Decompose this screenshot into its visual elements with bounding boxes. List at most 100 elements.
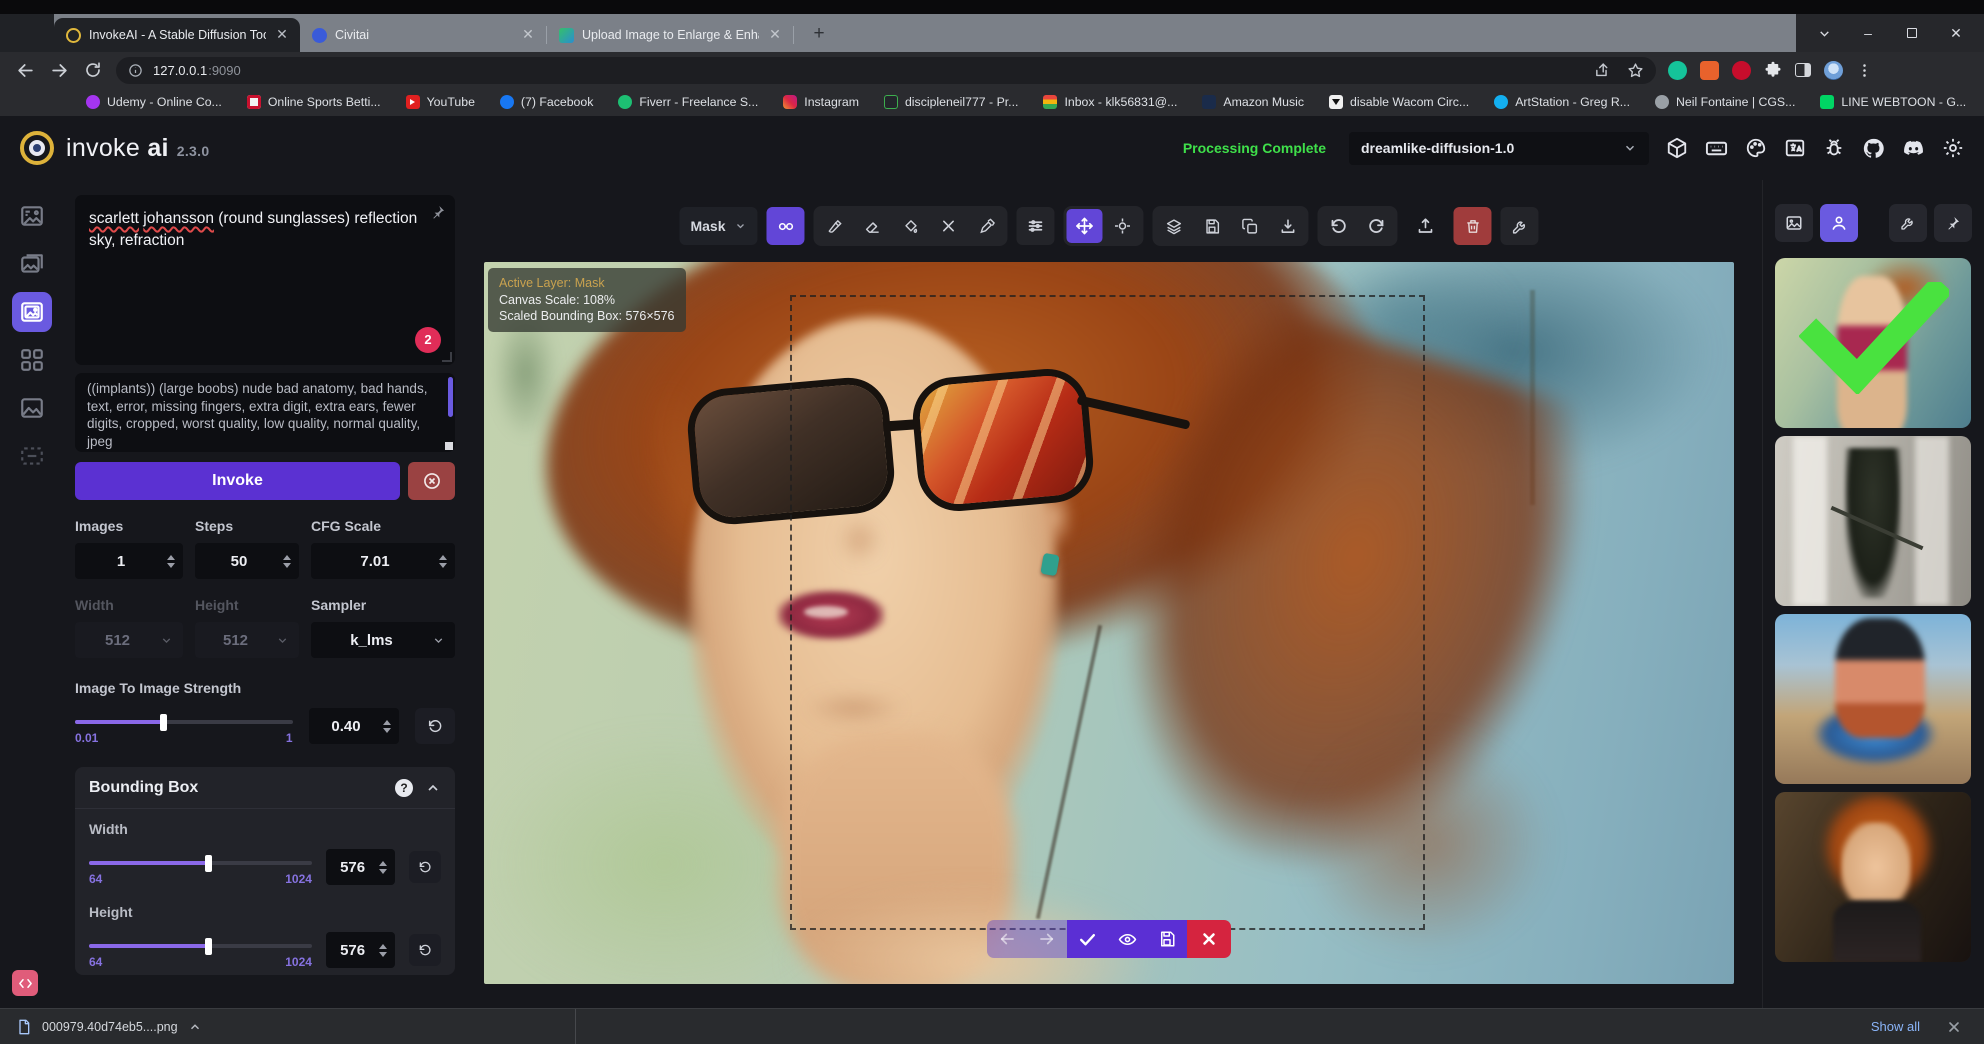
negative-prompt-input[interactable]: ((implants)) (large boobs) nude bad anat… <box>75 373 455 452</box>
back-icon[interactable] <box>8 56 42 84</box>
reload-icon[interactable] <box>76 56 110 84</box>
redo-icon[interactable] <box>1359 209 1395 243</box>
unified-canvas[interactable]: Mask <box>480 180 1738 994</box>
bb-height-input[interactable]: 576 <box>326 932 395 968</box>
stepper[interactable] <box>383 720 399 733</box>
stepper[interactable] <box>379 944 395 957</box>
tab-training[interactable] <box>12 436 52 476</box>
bookmark-star-icon[interactable] <box>1627 62 1644 79</box>
model-select[interactable]: dreamlike-diffusion-1.0 <box>1349 132 1649 165</box>
grammarly-extension-icon[interactable] <box>1668 61 1687 80</box>
bookmark-item[interactable]: Instagram <box>783 95 859 109</box>
url-bar[interactable]: 127.0.0.1 :9090 <box>116 57 1656 84</box>
help-icon[interactable]: ? <box>395 779 413 797</box>
browser-tab-civitai[interactable]: Civitai ✕ <box>300 18 546 52</box>
browser-tab-invokeai[interactable]: InvokeAI - A Stable Diffusion Too ✕ <box>54 18 300 52</box>
strength-input[interactable]: 0.40 <box>309 708 400 744</box>
show-all-link[interactable]: Show all <box>1871 1019 1920 1034</box>
brush-options-icon[interactable] <box>1017 207 1055 245</box>
discord-icon[interactable] <box>1902 137 1925 160</box>
show-hide-eye-icon[interactable] <box>1107 920 1147 958</box>
window-menu-chevron-icon[interactable] <box>1802 14 1846 52</box>
steps-input[interactable]: 50 <box>195 543 299 579</box>
erase-bounding-box-icon[interactable] <box>931 209 967 243</box>
side-panel-icon[interactable] <box>1795 63 1811 77</box>
window-maximize-button[interactable] <box>1890 14 1934 52</box>
canvas-settings-wrench-icon[interactable] <box>1501 207 1539 245</box>
layer-select[interactable]: Mask <box>679 207 757 245</box>
accept-check-icon[interactable] <box>1067 920 1107 958</box>
fill-bounding-box-icon[interactable] <box>893 209 929 243</box>
model-manager-cube-icon[interactable] <box>1666 137 1688 159</box>
cancel-button[interactable] <box>408 462 455 500</box>
extension-icon[interactable] <box>1700 61 1719 80</box>
bounding-box-overlay[interactable] <box>790 295 1425 930</box>
translate-icon[interactable] <box>1784 137 1806 159</box>
window-minimize-button[interactable]: – <box>1846 14 1890 52</box>
browser-tab-upload[interactable]: Upload Image to Enlarge & Enha ✕ <box>547 18 793 52</box>
bb-height-reset-button[interactable] <box>409 934 441 966</box>
settings-gear-icon[interactable] <box>1942 137 1964 159</box>
collapse-chevron-icon[interactable] <box>425 780 441 796</box>
gallery-thumbnail[interactable] <box>1775 792 1971 962</box>
tab-close-icon[interactable]: ✕ <box>767 27 783 43</box>
images-input[interactable]: 1 <box>75 543 183 579</box>
download-image-icon[interactable] <box>1270 209 1306 243</box>
new-tab-button[interactable]: + <box>806 21 832 47</box>
profile-avatar[interactable] <box>1824 61 1843 80</box>
hotkeys-keyboard-icon[interactable] <box>1705 137 1728 160</box>
download-chevron-icon[interactable] <box>188 1020 202 1034</box>
next-image-arrow-icon[interactable] <box>1027 920 1067 958</box>
tab-image-to-image[interactable] <box>12 244 52 284</box>
console-toggle-button[interactable] <box>12 970 38 996</box>
move-tool-icon[interactable] <box>1067 209 1103 243</box>
bug-icon[interactable] <box>1823 137 1845 159</box>
copy-to-clipboard-icon[interactable] <box>1232 209 1268 243</box>
undo-icon[interactable] <box>1321 209 1357 243</box>
github-icon[interactable] <box>1862 137 1885 160</box>
gallery-settings-wrench-icon[interactable] <box>1889 204 1927 242</box>
save-staging-floppy-icon[interactable] <box>1147 920 1187 958</box>
bb-width-slider[interactable] <box>89 861 312 865</box>
tab-nodes[interactable] <box>12 340 52 380</box>
tab-close-icon[interactable]: ✕ <box>520 27 536 43</box>
strength-slider[interactable] <box>75 720 293 724</box>
bookmark-item[interactable]: Online Sports Betti... <box>247 95 381 109</box>
bookmark-item[interactable]: (7) Facebook <box>500 95 593 109</box>
bookmark-item[interactable]: Fiverr - Freelance S... <box>618 95 758 109</box>
bookmark-item[interactable]: Amazon Music <box>1202 95 1304 109</box>
extensions-puzzle-icon[interactable] <box>1764 61 1782 79</box>
stepper[interactable] <box>283 555 299 568</box>
bookmark-item[interactable]: LINE WEBTOON - G... <box>1820 95 1966 109</box>
height-select[interactable]: 512 <box>195 622 299 658</box>
download-item[interactable]: 000979.40d74eb5....png <box>16 1009 576 1044</box>
resize-grip[interactable] <box>442 352 452 362</box>
tab-unified-canvas[interactable] <box>12 292 52 332</box>
strength-reset-button[interactable] <box>415 708 455 744</box>
stepper[interactable] <box>167 555 183 568</box>
shelf-close-icon[interactable] <box>1946 1019 1962 1035</box>
prompt-input[interactable]: scarlett johansson (round sunglasses) re… <box>75 195 455 365</box>
width-select[interactable]: 512 <box>75 622 183 658</box>
cfg-scale-input[interactable]: 7.01 <box>311 543 455 579</box>
gallery-thumbnail-selected[interactable] <box>1775 258 1971 428</box>
resize-grip[interactable] <box>445 442 453 450</box>
bookmark-item[interactable]: Inbox - klk56831@... <box>1043 95 1177 109</box>
tab-close-icon[interactable]: ✕ <box>274 27 290 43</box>
reset-view-icon[interactable] <box>1105 209 1141 243</box>
merge-visible-layers-icon[interactable] <box>1156 209 1192 243</box>
bb-height-slider[interactable] <box>89 944 312 948</box>
window-close-button[interactable]: ✕ <box>1934 14 1978 52</box>
gallery-images-tab-icon[interactable] <box>1775 204 1813 242</box>
gallery-thumbnail[interactable] <box>1775 614 1971 784</box>
mask-enable-toggle[interactable] <box>767 207 805 245</box>
site-info-icon[interactable] <box>128 63 143 78</box>
stepper[interactable] <box>439 555 455 568</box>
color-picker-icon[interactable] <box>969 209 1005 243</box>
bookmark-item[interactable]: discipleneil777 - Pr... <box>884 95 1018 109</box>
bookmark-item[interactable]: Neil Fontaine | CGS... <box>1655 95 1795 109</box>
bb-width-input[interactable]: 576 <box>326 849 395 885</box>
tab-post-processing[interactable] <box>12 388 52 428</box>
bookmark-item[interactable]: Udemy - Online Co... <box>86 95 222 109</box>
adblock-extension-icon[interactable] <box>1732 61 1751 80</box>
